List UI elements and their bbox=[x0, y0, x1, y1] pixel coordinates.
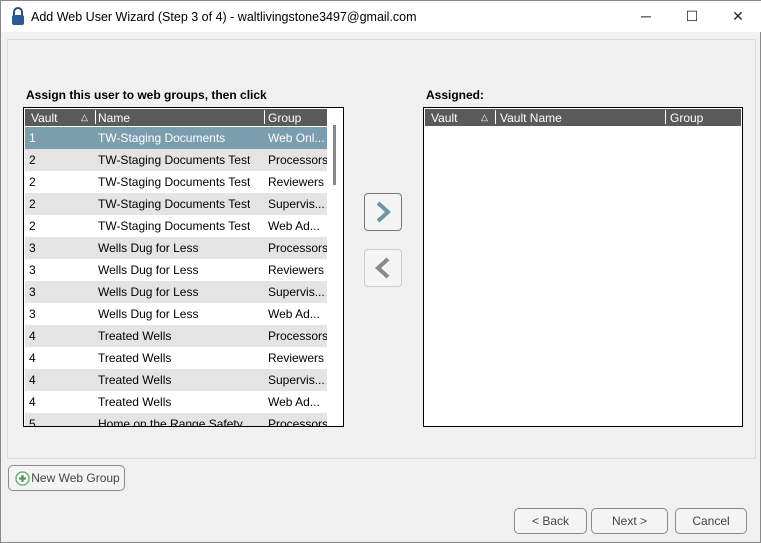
window-title: Add Web User Wizard (Step 3 of 4) - walt… bbox=[31, 10, 417, 24]
column-group[interactable]: Group bbox=[670, 111, 703, 125]
lock-icon bbox=[12, 7, 24, 25]
table-row[interactable]: 4 Treated Wells Reviewers bbox=[25, 347, 327, 369]
vault-cell: 4 bbox=[29, 395, 36, 409]
vault-cell: 2 bbox=[29, 153, 36, 167]
table-row[interactable]: 3 Wells Dug for Less Web Ad... bbox=[25, 303, 327, 325]
table-row[interactable]: 4 Treated Wells Processors bbox=[25, 325, 329, 347]
table-row[interactable]: 1 TW-Staging Documents Web Onl... bbox=[25, 127, 327, 149]
table-row[interactable]: 5 Home on the Range Safety Processors bbox=[25, 413, 329, 427]
vault-cell: 4 bbox=[29, 373, 36, 387]
new-web-group-button[interactable]: New Web Group bbox=[8, 465, 125, 491]
assigned-groups-grid: Vault △ Vault Name Group bbox=[423, 107, 743, 427]
name-cell: Wells Dug for Less bbox=[98, 285, 199, 299]
name-cell: Home on the Range Safety bbox=[98, 417, 243, 427]
name-cell: TW-Staging Documents Test bbox=[98, 153, 251, 167]
name-cell: TW-Staging Documents Test bbox=[98, 197, 251, 211]
new-web-group-label: New Web Group bbox=[31, 471, 120, 485]
column-vault-name[interactable]: Vault Name bbox=[500, 111, 562, 125]
vault-cell: 4 bbox=[29, 351, 36, 365]
name-cell: TW-Staging Documents Test bbox=[98, 175, 251, 189]
table-row[interactable]: 2 TW-Staging Documents Test Reviewers bbox=[25, 171, 327, 193]
back-button[interactable]: < Back bbox=[514, 508, 587, 534]
group-cell: Reviewers bbox=[268, 175, 325, 189]
name-cell: Wells Dug for Less bbox=[98, 241, 199, 255]
name-cell: Treated Wells bbox=[98, 373, 172, 387]
group-cell: Web Onl... bbox=[268, 131, 325, 145]
group-cell: Web Ad... bbox=[268, 395, 320, 409]
sort-ascending-icon: △ bbox=[81, 112, 88, 122]
group-cell: Supervis... bbox=[268, 285, 325, 299]
group-cell: Reviewers bbox=[268, 351, 325, 365]
close-button[interactable]: ✕ bbox=[715, 1, 761, 32]
sort-ascending-icon: △ bbox=[481, 112, 488, 122]
unassign-button[interactable] bbox=[364, 249, 402, 287]
name-cell: TW-Staging Documents bbox=[98, 131, 226, 145]
vault-cell: 2 bbox=[29, 175, 36, 189]
table-row[interactable]: 3 Wells Dug for Less Supervis... bbox=[25, 281, 327, 303]
vault-cell: 3 bbox=[29, 285, 36, 299]
table-row[interactable]: 4 Treated Wells Web Ad... bbox=[25, 391, 327, 413]
table-row[interactable]: 2 TW-Staging Documents Test Supervis... bbox=[25, 193, 327, 215]
scrollbar-thumb[interactable] bbox=[333, 125, 336, 185]
table-row[interactable]: 2 TW-Staging Documents Test Processors bbox=[25, 149, 329, 171]
assigned-label: Assigned: bbox=[426, 88, 485, 102]
vault-cell: 2 bbox=[29, 197, 36, 211]
table-row[interactable]: 3 Wells Dug for Less Reviewers bbox=[25, 259, 327, 281]
vault-cell: 1 bbox=[29, 131, 36, 145]
group-cell: Processors bbox=[268, 417, 329, 427]
group-cell: Reviewers bbox=[268, 263, 325, 277]
group-cell: Web Ad... bbox=[268, 307, 320, 321]
chevron-right-icon bbox=[376, 201, 391, 223]
name-cell: TW-Staging Documents Test bbox=[98, 219, 251, 233]
name-cell: Treated Wells bbox=[98, 329, 172, 343]
vault-cell: 3 bbox=[29, 307, 36, 321]
available-groups-grid: Vault △ Name Group 1 TW-Staging Documents… bbox=[23, 107, 344, 427]
table-row[interactable]: 2 TW-Staging Documents Test Web Ad... bbox=[25, 215, 327, 237]
group-cell: Web Ad... bbox=[268, 219, 320, 233]
title-bar: Add Web User Wizard (Step 3 of 4) - walt… bbox=[1, 1, 761, 32]
group-cell: Supervis... bbox=[268, 373, 325, 387]
maximize-button[interactable]: ☐ bbox=[669, 1, 715, 32]
column-vault[interactable]: Vault bbox=[31, 111, 57, 125]
vault-cell: 3 bbox=[29, 241, 36, 255]
group-cell: Supervis... bbox=[268, 197, 325, 211]
chevron-left-icon bbox=[375, 257, 390, 279]
table-row[interactable]: 4 Treated Wells Supervis... bbox=[25, 369, 327, 391]
assign-button[interactable] bbox=[364, 193, 402, 231]
grid-header: Vault △ Vault Name Group bbox=[425, 109, 741, 126]
minimize-button[interactable]: ─ bbox=[623, 1, 669, 32]
cancel-button[interactable]: Cancel bbox=[675, 508, 747, 534]
column-name[interactable]: Name bbox=[98, 111, 130, 125]
vault-cell: 3 bbox=[29, 263, 36, 277]
name-cell: Treated Wells bbox=[98, 351, 172, 365]
next-button[interactable]: Next > bbox=[591, 508, 668, 534]
vault-cell: 5 bbox=[29, 417, 36, 427]
available-label: Assign this user to web groups, then cli… bbox=[26, 88, 267, 102]
column-group[interactable]: Group bbox=[268, 111, 301, 125]
scrollbar[interactable] bbox=[327, 109, 343, 426]
vault-cell: 2 bbox=[29, 219, 36, 233]
name-cell: Wells Dug for Less bbox=[98, 307, 199, 321]
group-cell: Processors bbox=[268, 329, 329, 343]
name-cell: Wells Dug for Less bbox=[98, 263, 199, 277]
grid-header: Vault △ Name Group bbox=[25, 109, 327, 126]
name-cell: Treated Wells bbox=[98, 395, 172, 409]
group-cell: Processors bbox=[268, 153, 329, 167]
vault-cell: 4 bbox=[29, 329, 36, 343]
group-cell: Processors bbox=[268, 241, 329, 255]
table-row[interactable]: 3 Wells Dug for Less Processors bbox=[25, 237, 329, 259]
column-vault[interactable]: Vault bbox=[431, 111, 457, 125]
plus-circle-icon bbox=[15, 471, 30, 486]
